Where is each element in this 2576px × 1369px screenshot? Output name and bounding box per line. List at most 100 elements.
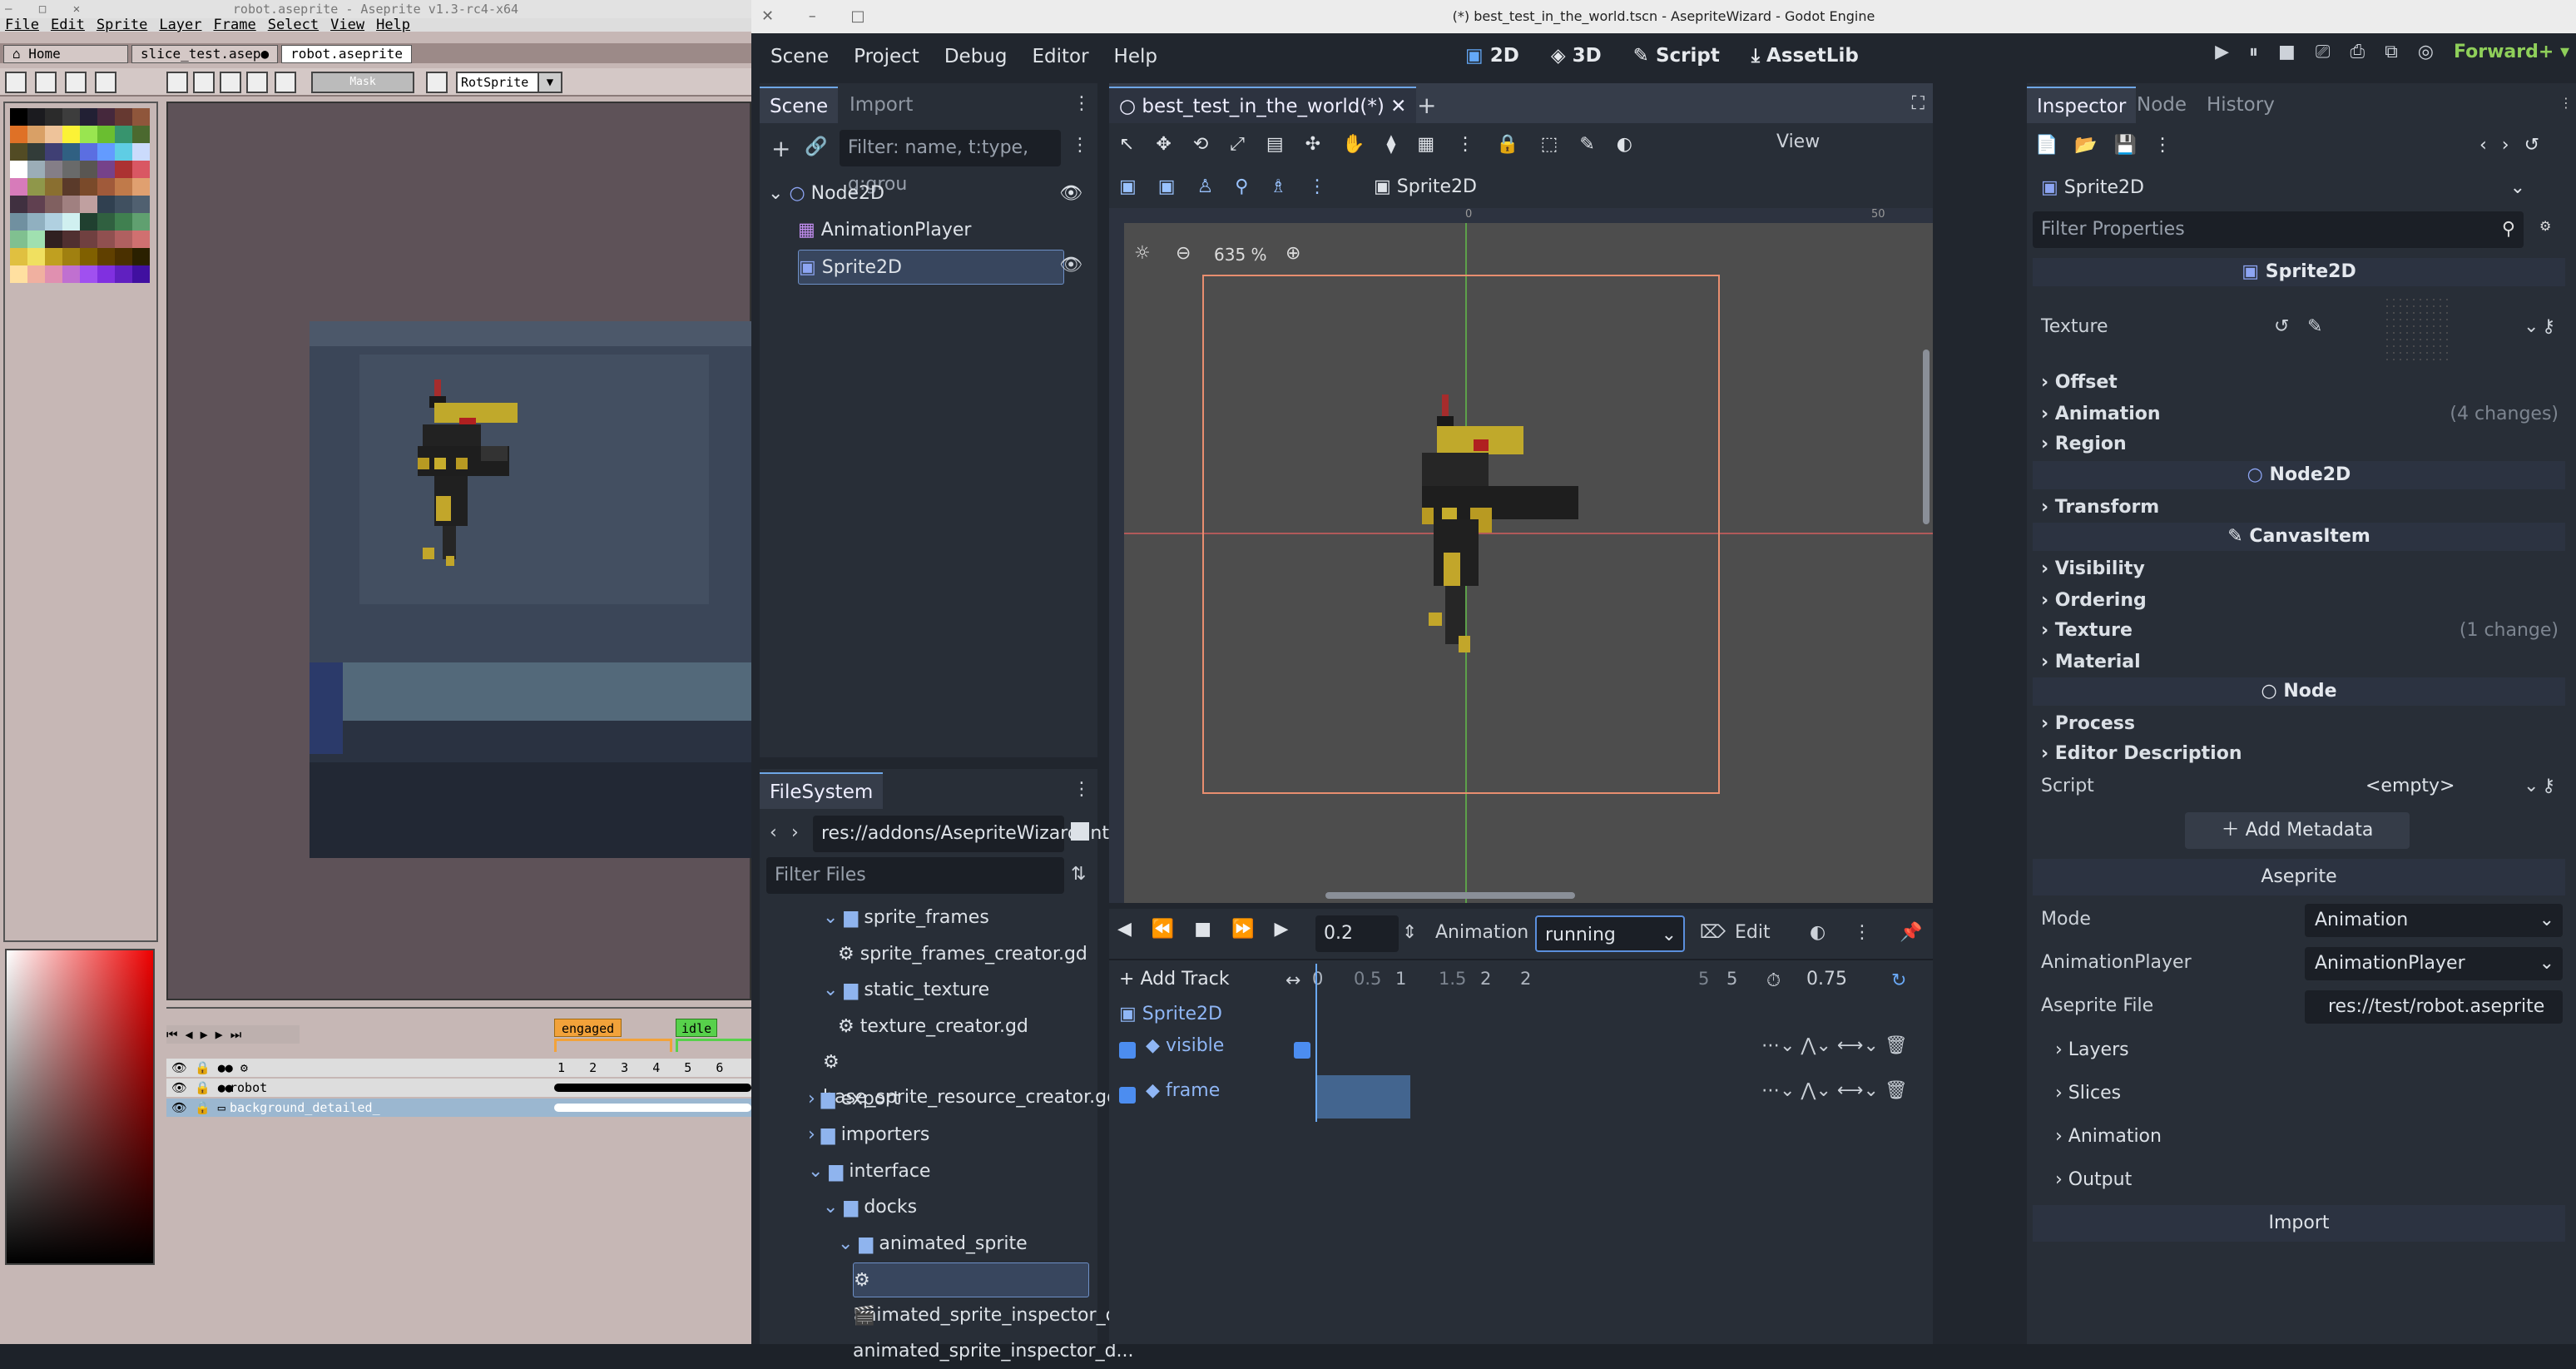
add-metadata-button[interactable]: ＋ Add Metadata [2185,812,2410,849]
palette-swatch[interactable] [62,108,80,126]
tree-node-node2d[interactable]: ⌄ ○ Node2D 👁 [768,176,1089,211]
fit-timeline-icon[interactable]: ↔ [1286,970,1300,991]
sprite-canvas[interactable] [166,102,759,1000]
renderer-select[interactable]: Forward+ ▾ [2454,42,2569,62]
palette-swatch[interactable] [97,143,115,161]
palette-swatch[interactable] [132,248,150,265]
selection-subtract-icon[interactable] [220,72,241,93]
texture-edit-icon[interactable]: ✎ [2307,308,2322,346]
layer-row-robot[interactable]: 👁 🔒 ●● robot [166,1079,751,1097]
subsection-animation[interactable]: › Animation [2047,1122,2576,1152]
track-settings-icons[interactable]: ⋯⌄ ⋀⌄ ⟷⌄ 🗑 [1761,1035,1908,1056]
play-scene-icon[interactable]: ⎙ [2350,42,2365,62]
palette-swatch[interactable] [115,161,132,178]
anim-time-field[interactable]: 0.2 [1315,915,1399,952]
tab-robot[interactable]: robot.aseprite [281,45,412,63]
palette-swatch[interactable] [45,213,62,231]
section-animation[interactable]: › Animation (4 changes) [2033,399,2565,429]
palette-swatch[interactable] [27,126,45,143]
chevron-down-icon[interactable]: ⌄ [2524,767,2539,806]
section-transform[interactable]: › Transform [2033,493,2565,523]
track-visible[interactable]: ◆ visible ⋯⌄ ⋀⌄ ⟷⌄ 🗑 [1119,1035,1933,1069]
selection-mode-icon[interactable] [166,72,188,93]
track-enabled-checkbox[interactable] [1119,1042,1136,1059]
palette-swatch[interactable] [132,126,150,143]
inspector-toolbar[interactable]: 📄📂💾⋮ [2035,135,2188,156]
transform-icon[interactable] [426,72,448,93]
section-texture[interactable]: › Texture (1 change) [2033,616,2565,646]
chevron-down-icon[interactable]: ⌄ [2524,308,2539,346]
palette-swatch[interactable] [97,231,115,248]
inspector-settings-icon[interactable]: ⚙ [2539,218,2551,234]
palette-swatch[interactable] [115,143,132,161]
palette-swatch[interactable] [27,265,45,283]
anim-playback-controls[interactable]: ◀⏪■⏩▶ [1117,919,1308,940]
subsection-slices[interactable]: › Slices [2047,1079,2576,1109]
texture-thumbnail[interactable] [2384,296,2450,363]
zoom-out-icon[interactable]: ⊖ [1176,243,1191,264]
file-item[interactable]: ⚙ base_sprite_resource_creator.gd [823,1045,1118,1108]
section-offset[interactable]: › Offset [2033,368,2565,398]
sort-icon[interactable]: ⇅ [1071,864,1086,885]
palette-swatch[interactable] [45,196,62,213]
palette-swatch[interactable] [62,196,80,213]
dock-menu-icon[interactable]: ⋮ [1073,93,1091,114]
tag-idle[interactable]: idle [676,1019,718,1037]
selection-add-icon[interactable] [193,72,215,93]
snap-settings-icon[interactable]: ☼ [1134,243,1151,264]
play-icon[interactable]: ▶ [2215,42,2229,62]
palette-swatch[interactable] [132,196,150,213]
palette-swatch[interactable] [62,213,80,231]
palette-swatch[interactable] [45,161,62,178]
timeline-ruler[interactable]: 0 0.5 1 1.5 2 2 5 5 [1309,969,1758,995]
file-item[interactable]: ⌄ ▆ static_texture [823,973,1089,1008]
palette-swatch[interactable] [45,143,62,161]
tab-filesystem[interactable]: FileSystem [760,772,884,809]
subsection-layers[interactable]: › Layers [2047,1035,2576,1065]
palette-swatch[interactable] [115,178,132,196]
track-frame[interactable]: ◆ frame ⋯⌄ ⋀⌄ ⟷⌄ 🗑 [1119,1075,1933,1119]
animation-select[interactable]: running ⌄ [1535,915,1685,952]
palette-swatch[interactable] [115,213,132,231]
palette-swatch[interactable] [10,108,27,126]
file-item[interactable]: ⚙ animated_sprite_inspector_d... [853,1262,1135,1326]
palette-swatch[interactable] [10,161,27,178]
palette-swatch[interactable] [10,248,27,265]
palette-swatch[interactable] [80,248,97,265]
palette-swatch[interactable] [132,161,150,178]
section-material[interactable]: › Material [2033,647,2565,677]
layer-visibility-icon[interactable]: 👁 🔒 ●● [171,1079,233,1097]
palette-swatch[interactable] [80,231,97,248]
path-field[interactable]: res://addons/AsepriteWizard/interface [813,816,1167,852]
menu-file[interactable]: File [5,18,39,32]
tree-node-animationplayer[interactable]: ▦ AnimationPlayer [798,213,1089,248]
scene-filter-input[interactable]: Filter: name, t:type, g:grou [840,130,1061,195]
palette-swatch[interactable] [97,126,115,143]
file-item[interactable]: ⌄ ▆ animated_sprite [838,1227,1089,1262]
layer-visibility-icon[interactable]: 👁 🔒 ▭ [171,1099,225,1117]
palette-swatch[interactable] [27,143,45,161]
menu-view[interactable]: View [330,18,364,32]
animation-length[interactable]: 0.75 [1806,969,1847,990]
eye-icon[interactable]: 👁 🔒 ●● ⚙ [171,1059,248,1077]
inspector-nav[interactable]: ‹›↺ [2479,135,2554,156]
palette-swatch[interactable] [10,265,27,283]
sprite-node-button[interactable]: ▣ Sprite2D [1374,176,1477,197]
window-controls[interactable]: ✕ – □ [761,0,880,33]
palette-swatch[interactable] [27,108,45,126]
tab-scene[interactable]: Scene [760,87,839,123]
file-item[interactable]: ⚙ texture_creator.gd [838,1009,1089,1044]
palette-swatch[interactable] [45,231,62,248]
palette-swatch[interactable] [115,248,132,265]
inspector-object-select[interactable]: ▣ Sprite2D ⌄ [2033,171,2532,205]
palette-swatch[interactable] [45,248,62,265]
layer-name[interactable]: background_detailed_ [230,1099,380,1117]
download-icon[interactable] [35,72,57,93]
link-icon[interactable]: 🔗 [805,136,827,157]
view-menu[interactable]: View [1776,131,1820,152]
palette-swatch[interactable] [10,196,27,213]
palette-swatch[interactable] [62,231,80,248]
visibility-eye-icon[interactable]: 👁 [1059,176,1082,211]
3d-button[interactable]: ◈ 3D [1551,45,1602,67]
prop-texture[interactable]: Texture ↺ ✎ ⌄ ⚷ [2033,296,2565,363]
